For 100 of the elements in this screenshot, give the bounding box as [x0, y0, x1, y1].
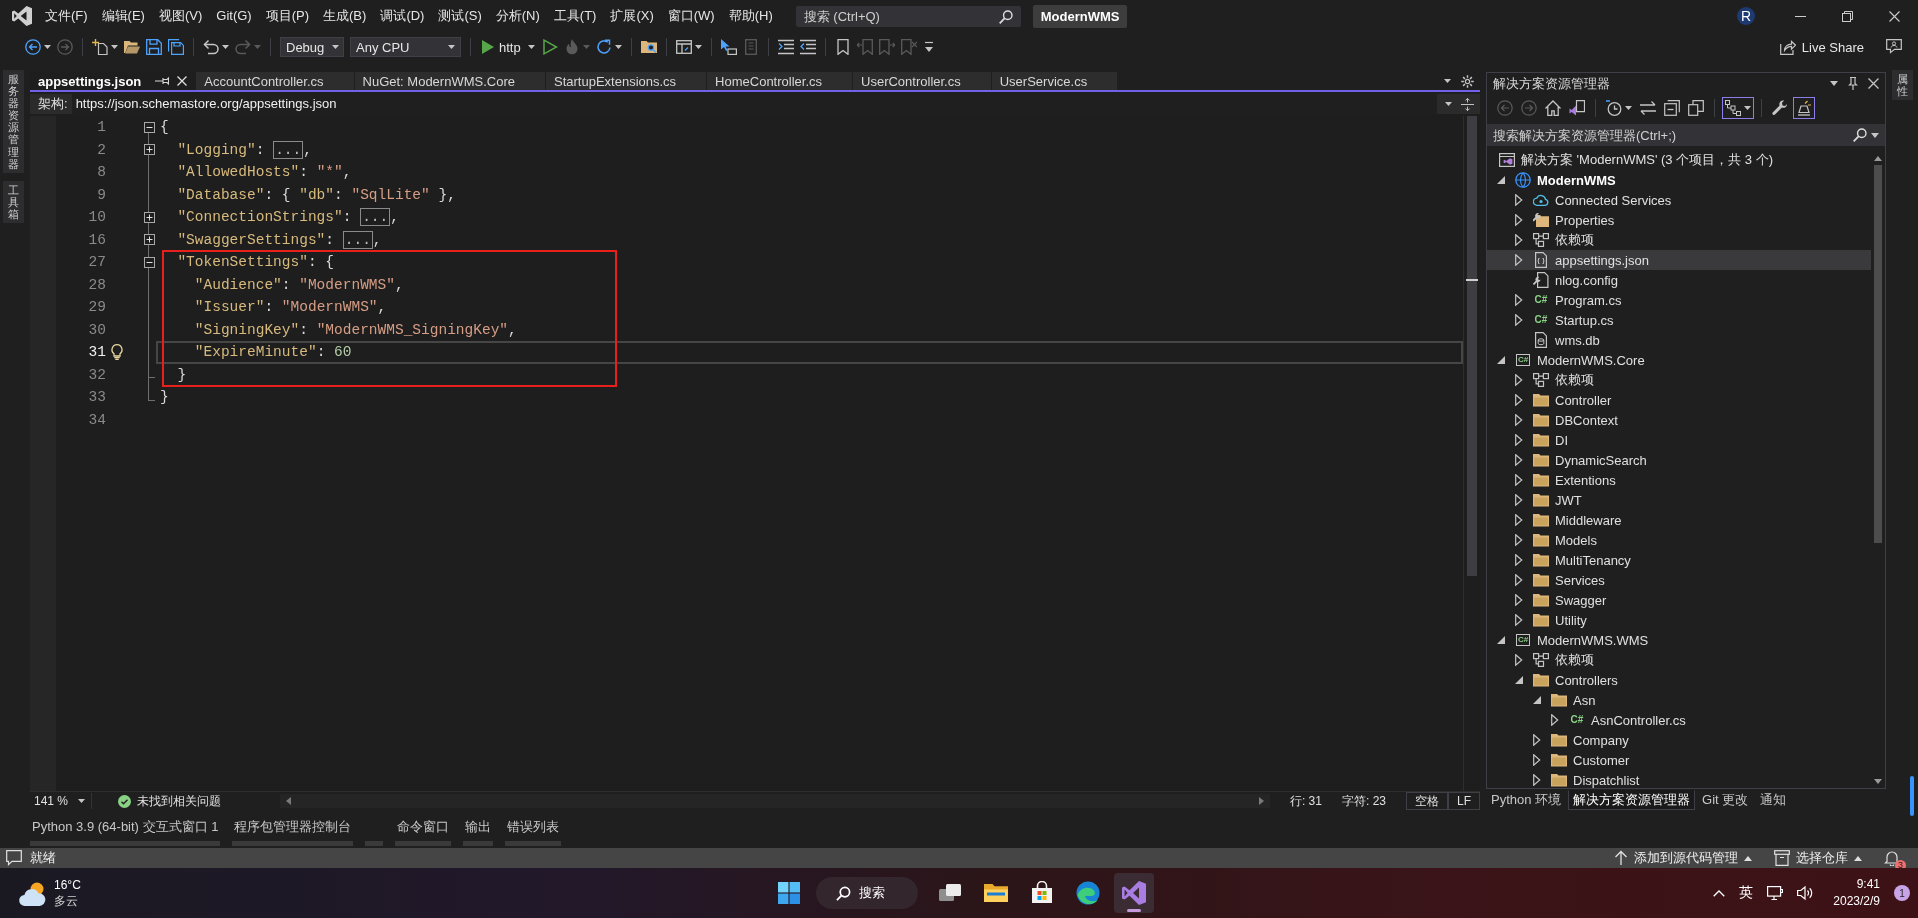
clock-time[interactable]: 9:41 [1856, 876, 1880, 893]
save-icon[interactable] [146, 39, 162, 55]
save-all-icon[interactable] [168, 39, 184, 55]
tree-item[interactable]: Dispatchlist [1487, 770, 1871, 790]
tree-item[interactable]: C# Program.cs [1487, 290, 1871, 310]
menu-item[interactable]: 项目(P) [258, 6, 317, 26]
caret-down-icon[interactable] [44, 45, 51, 49]
folder-search-icon[interactable] [640, 39, 657, 55]
cursor-icon[interactable] [720, 39, 737, 55]
bell-icon[interactable] [1884, 850, 1900, 866]
close-icon[interactable] [1889, 10, 1900, 22]
tree-item[interactable]: 依赖项 [1487, 370, 1871, 390]
up-arrow-icon[interactable] [1614, 850, 1628, 866]
tree-item[interactable]: C# ModernWMS.Core [1487, 350, 1871, 370]
search-icon[interactable] [998, 9, 1013, 24]
weather-condition[interactable]: 多云 [54, 893, 81, 909]
caret-right-icon[interactable] [1515, 594, 1523, 606]
caret-down-icon[interactable] [1497, 636, 1505, 644]
comment-lines-icon[interactable] [777, 39, 794, 55]
platform-dropdown[interactable]: Any CPU [350, 37, 461, 57]
caret-right-icon[interactable] [1515, 314, 1523, 326]
tree-item[interactable]: nlog.config [1487, 270, 1871, 290]
scroll-up-icon[interactable] [1874, 156, 1882, 161]
caret-right-icon[interactable] [1515, 474, 1523, 486]
clock-icon[interactable] [1606, 100, 1622, 116]
collapsed-region[interactable]: ... [273, 140, 304, 159]
tree-item[interactable]: Swagger [1487, 590, 1871, 610]
tree-item[interactable]: JWT [1487, 490, 1871, 510]
caret-down-icon[interactable] [614, 45, 622, 49]
tree-item[interactable]: Services [1487, 570, 1871, 590]
caret-down-icon[interactable] [527, 45, 535, 49]
caret-down-icon[interactable] [1445, 102, 1452, 106]
tree-item[interactable]: Extentions [1487, 470, 1871, 490]
configuration-dropdown[interactable]: Debug [280, 37, 344, 57]
share-icon[interactable] [1779, 39, 1796, 55]
caret-right-icon[interactable] [1515, 454, 1523, 466]
caret-down-icon[interactable] [1497, 356, 1505, 364]
tree-item[interactable]: Connected Services [1487, 190, 1871, 210]
document-tab[interactable]: UserController.cs [853, 72, 991, 90]
menu-item[interactable]: Git(G) [209, 6, 259, 26]
tree-item[interactable]: 依赖项 [1487, 230, 1871, 250]
toolbar-overflow-icon[interactable] [922, 41, 935, 53]
tree-view-icon[interactable] [1725, 100, 1741, 116]
input-method-indicator[interactable]: 英 [1739, 884, 1754, 902]
close-icon[interactable] [177, 76, 188, 86]
pin-icon[interactable] [155, 75, 170, 87]
tree-item[interactable]: ModernWMS [1487, 170, 1871, 190]
repository-button[interactable]: 选择仓库 [1774, 849, 1862, 867]
fold-minus-icon[interactable] [143, 256, 155, 268]
menu-item[interactable]: 分析(N) [488, 6, 547, 26]
caret-down-icon[interactable] [78, 799, 85, 803]
weather-temperature[interactable]: 16°C [54, 877, 81, 893]
menu-item[interactable]: 生成(B) [316, 6, 374, 26]
collapsed-region[interactable]: ... [360, 208, 391, 227]
caret-right-icon[interactable] [1515, 554, 1523, 566]
shopping-bag-icon[interactable] [1030, 881, 1054, 905]
caret-down-icon[interactable] [1744, 106, 1751, 110]
active-app-tile[interactable] [1114, 873, 1154, 913]
caret-down-icon[interactable] [222, 45, 229, 49]
caret-down-icon[interactable] [1497, 176, 1505, 184]
tree-item[interactable]: 依赖项 [1487, 650, 1871, 670]
undo-arrow-icon[interactable] [203, 39, 219, 55]
tree-item[interactable]: C# AsnController.cs [1487, 710, 1871, 730]
document-tab[interactable]: NuGet: ModernWMS.Core [354, 72, 545, 90]
caret-down-icon[interactable] [694, 45, 702, 49]
side-tool-tab[interactable]: 工具箱 [2, 180, 24, 224]
clock-button[interactable] [1603, 97, 1635, 119]
tree-item[interactable]: C# Startup.cs [1487, 310, 1871, 330]
chevron-up-icon[interactable] [1713, 888, 1726, 898]
tree-item[interactable]: Controller [1487, 390, 1871, 410]
panel-tab[interactable]: Git 更改 [1697, 790, 1754, 810]
menu-item[interactable]: 测试(S) [431, 6, 489, 26]
indentation-button[interactable]: 空格 [1406, 792, 1448, 810]
caret-right-icon[interactable] [1515, 394, 1523, 406]
play-icon[interactable] [481, 40, 494, 54]
menu-item[interactable]: 编辑(E) [94, 6, 152, 26]
fold-plus-icon[interactable] [143, 234, 155, 246]
scrollbar-thumb[interactable] [1467, 116, 1477, 576]
menu-item[interactable]: 调试(D) [373, 6, 432, 26]
caret-down-icon[interactable] [1625, 106, 1632, 110]
caret-right-icon[interactable] [1515, 574, 1523, 586]
taskbar-search-button[interactable]: 搜索 [816, 877, 918, 909]
panel-tab[interactable]: 解决方案资源管理器 [1568, 790, 1696, 810]
caret-down-icon[interactable] [1533, 696, 1541, 704]
folder-icon[interactable] [984, 881, 1008, 905]
schema-field[interactable]: https://json.schemastore.org/appsettings.json [71, 94, 1437, 114]
tree-item[interactable]: C# ModernWMS.WMS [1487, 630, 1871, 650]
caret-up-icon[interactable] [1744, 855, 1752, 861]
caret-right-icon[interactable] [1515, 414, 1523, 426]
tree-item[interactable]: Company [1487, 730, 1871, 750]
tree-item[interactable]: Controllers [1487, 670, 1871, 690]
scroll-left-icon[interactable] [286, 797, 291, 805]
side-tool-tab[interactable]: 服务器资源管理器 [2, 70, 24, 173]
scroll-right-icon[interactable] [1258, 797, 1264, 805]
menu-item[interactable]: 文件(F) [38, 6, 95, 26]
menu-item[interactable]: 窗口(W) [660, 6, 722, 26]
caret-up-icon[interactable] [1854, 855, 1862, 861]
uncomment-lines-icon[interactable] [799, 39, 816, 55]
clock-date[interactable]: 2023/2/9 [1833, 893, 1880, 910]
document-tab[interactable]: StartupExtensions.cs [545, 72, 707, 90]
